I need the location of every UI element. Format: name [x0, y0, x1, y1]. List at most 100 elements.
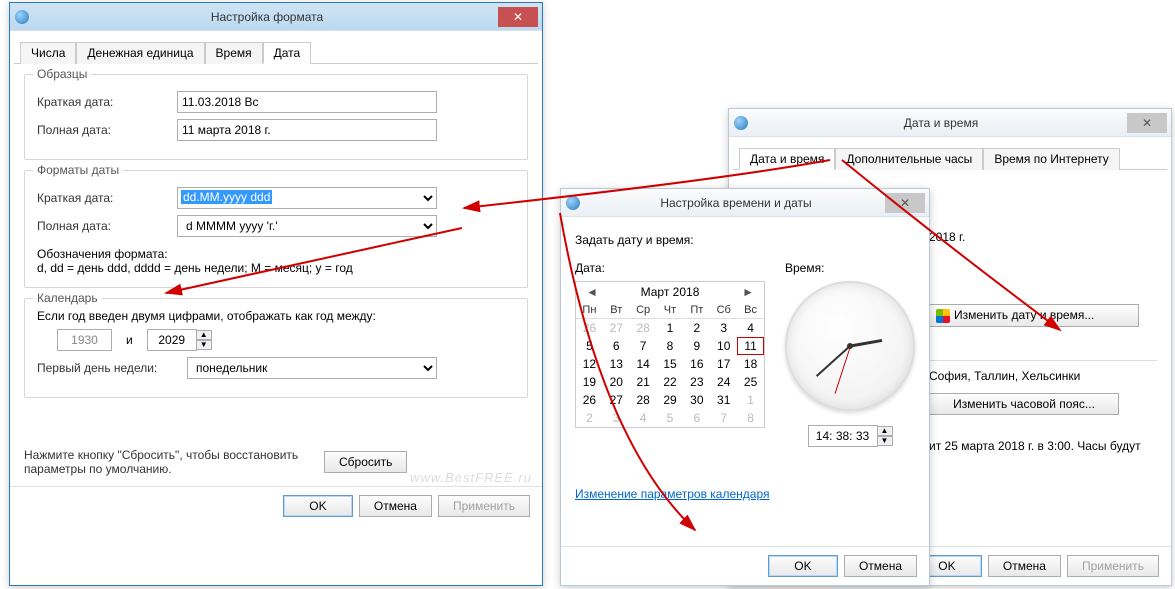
calendar-day[interactable]: 7 — [710, 409, 737, 427]
calendar-day[interactable]: 10 — [710, 337, 737, 355]
time-spinner[interactable]: ▲▼ — [808, 425, 893, 447]
spin-down[interactable]: ▼ — [877, 436, 893, 446]
long-date-format-select[interactable]: d MMMM yyyy 'г.' — [177, 215, 437, 237]
short-date-format-select[interactable] — [177, 187, 437, 209]
calendar-day[interactable]: 18 — [737, 355, 764, 373]
calendar-day[interactable]: 15 — [657, 355, 684, 373]
calendar-day[interactable]: 7 — [630, 337, 657, 355]
tab-additional-clocks[interactable]: Дополнительные часы — [835, 148, 983, 170]
group-title: Форматы даты — [33, 163, 123, 177]
watermark: www.BestFREE.ru — [410, 470, 532, 485]
calendar-dow: Сб — [710, 302, 737, 319]
first-day-select[interactable]: понедельник — [187, 357, 437, 379]
calendar-day[interactable]: 9 — [683, 337, 710, 355]
cancel-button[interactable]: Отмена — [359, 495, 432, 517]
calendar-day[interactable]: 22 — [657, 373, 684, 391]
calendar-day[interactable]: 2 — [576, 409, 603, 427]
reset-hint: Нажмите кнопку "Сбросить", чтобы восстан… — [24, 448, 324, 476]
apply-button[interactable]: Применить — [438, 495, 530, 517]
calendar-day[interactable]: 30 — [683, 391, 710, 409]
calendar-day[interactable]: 6 — [683, 409, 710, 427]
first-day-label: Первый день недели: — [37, 361, 187, 375]
year-from — [57, 329, 112, 351]
calendar-day[interactable]: 2 — [683, 319, 710, 337]
calendar-day[interactable]: 21 — [630, 373, 657, 391]
close-button[interactable]: ✕ — [885, 193, 925, 213]
close-button[interactable]: ✕ — [498, 7, 538, 27]
calendar-day[interactable]: 12 — [576, 355, 603, 373]
calendar[interactable]: ◄ Март 2018 ► ПнВтСрЧтПтСбВс262728123456… — [575, 281, 765, 428]
calendar-day[interactable]: 19 — [576, 373, 603, 391]
calendar-day[interactable]: 8 — [657, 337, 684, 355]
calendar-day[interactable]: 29 — [657, 391, 684, 409]
timezone-fragment: София, Таллин, Хельсинки — [929, 369, 1157, 383]
calendar-day[interactable]: 3 — [710, 319, 737, 337]
calendar-day[interactable]: 5 — [657, 409, 684, 427]
calendar-day[interactable]: 3 — [603, 409, 630, 427]
tab-date[interactable]: Дата — [263, 42, 312, 64]
calendar-day[interactable]: 8 — [737, 409, 764, 427]
calendar-day[interactable]: 26 — [576, 391, 603, 409]
calendar-day[interactable]: 1 — [657, 319, 684, 337]
spin-up[interactable]: ▲ — [877, 426, 893, 436]
calendar-day[interactable]: 16 — [683, 355, 710, 373]
calendar-day[interactable]: 24 — [710, 373, 737, 391]
calendar-dow: Чт — [657, 302, 684, 319]
change-datetime-button[interactable]: Изменить дату и время... — [929, 304, 1139, 327]
reset-button[interactable]: Сбросить — [324, 451, 407, 473]
tab-numbers[interactable]: Числа — [20, 42, 76, 64]
calendar-day[interactable]: 27 — [603, 391, 630, 409]
spin-up[interactable]: ▲ — [196, 330, 212, 340]
next-month-button[interactable]: ► — [738, 285, 758, 299]
formats-group: Форматы даты Краткая дата: dd.MM.yyyy dd… — [24, 170, 528, 288]
calendar-day[interactable]: 4 — [737, 319, 764, 337]
calendar-day[interactable]: 1 — [737, 391, 764, 409]
calendar-settings-link[interactable]: Изменение параметров календаря — [575, 487, 770, 501]
cancel-button[interactable]: Отмена — [988, 555, 1061, 577]
calendar-day[interactable]: 31 — [710, 391, 737, 409]
tab-currency[interactable]: Денежная единица — [76, 42, 204, 64]
calendar-day[interactable]: 11 — [737, 337, 764, 355]
calendar-day[interactable]: 20 — [603, 373, 630, 391]
titlebar: Настройка формата ✕ — [10, 3, 542, 31]
year-to-input[interactable] — [147, 329, 197, 351]
short-date-label: Краткая дата: — [37, 95, 177, 109]
samples-group: Образцы Краткая дата: Полная дата: — [24, 74, 528, 160]
calendar-day[interactable]: 28 — [630, 319, 657, 337]
calendar-day[interactable]: 23 — [683, 373, 710, 391]
calendar-day[interactable]: 26 — [576, 319, 603, 337]
calendar-day[interactable]: 17 — [710, 355, 737, 373]
change-datetime-label: Изменить дату и время... — [954, 308, 1094, 322]
calendar-day[interactable]: 5 — [576, 337, 603, 355]
calendar-group: Календарь Если год введен двумя цифрами,… — [24, 298, 528, 398]
tab-datetime[interactable]: Дата и время — [739, 148, 835, 170]
calendar-day[interactable]: 13 — [603, 355, 630, 373]
tab-time[interactable]: Время — [205, 42, 263, 64]
ok-button[interactable]: OK — [283, 495, 353, 517]
calendar-day[interactable]: 4 — [630, 409, 657, 427]
calendar-clock-icon — [733, 115, 749, 131]
apply-button[interactable]: Применить — [1067, 555, 1159, 577]
close-button[interactable]: ✕ — [1127, 113, 1167, 133]
tab-internet-time[interactable]: Время по Интернету — [983, 148, 1119, 170]
calendar-day[interactable]: 27 — [603, 319, 630, 337]
short-format-label: Краткая дата: — [37, 191, 177, 205]
titlebar: Настройка времени и даты ✕ — [561, 189, 929, 217]
change-timezone-button[interactable]: Изменить часовой пояс... — [929, 393, 1119, 415]
ok-button[interactable]: OK — [768, 555, 838, 577]
time-input[interactable] — [808, 425, 878, 447]
date-label: Дата: — [575, 261, 765, 275]
prev-month-button[interactable]: ◄ — [582, 285, 602, 299]
group-title: Календарь — [33, 291, 102, 305]
calendar-day[interactable]: 14 — [630, 355, 657, 373]
long-date-sample — [177, 119, 437, 141]
calendar-day[interactable]: 25 — [737, 373, 764, 391]
calendar-day[interactable]: 28 — [630, 391, 657, 409]
long-date-label: Полная дата: — [37, 123, 177, 137]
calendar-day[interactable]: 6 — [603, 337, 630, 355]
spin-down[interactable]: ▼ — [196, 340, 212, 350]
shield-icon — [936, 309, 950, 323]
year-to-spinner[interactable]: ▲▼ — [147, 329, 212, 351]
cancel-button[interactable]: Отмена — [844, 555, 917, 577]
content: Задать дату и время: Дата: ◄ Март 2018 ►… — [561, 217, 929, 511]
